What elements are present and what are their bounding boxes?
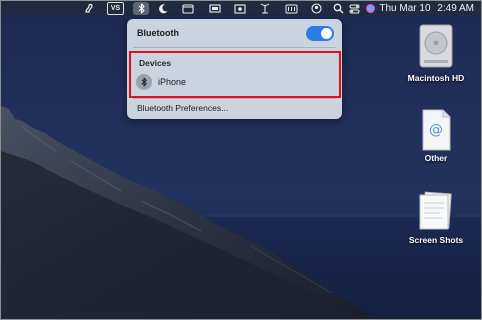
bluetooth-toggle[interactable] (306, 26, 334, 41)
desktop-icon-macintosh-hd[interactable]: Macintosh HD (400, 23, 472, 83)
control-center-icon[interactable] (347, 2, 361, 15)
device-name: iPhone (158, 77, 187, 87)
antenna-icon[interactable] (258, 2, 272, 15)
clock-date: Thu Mar 10 (379, 3, 431, 14)
screen-record-icon[interactable] (233, 2, 247, 15)
devices-section-highlight: Devices iPhone (129, 51, 341, 98)
toggle-knob (321, 28, 332, 39)
menu-bar: VS Thu Mar 10 2:49 AM (1, 1, 481, 16)
divider (133, 47, 336, 48)
display-icon[interactable] (208, 2, 222, 15)
bluetooth-icon[interactable] (133, 2, 149, 15)
script-editor-icon[interactable] (82, 2, 96, 15)
screen-frame: VS Thu Mar 10 2:49 AM Bluetooth Devices … (0, 0, 482, 320)
vs-icon-label: VS (110, 5, 121, 12)
menu-bar-clock[interactable]: Thu Mar 10 2:49 AM (375, 2, 474, 15)
desktop-icon-other[interactable]: @ Other (400, 109, 472, 163)
bluetooth-preferences-item[interactable]: Bluetooth Preferences... (137, 103, 228, 113)
bluetooth-icon (136, 74, 152, 90)
divider (133, 98, 336, 99)
search-icon[interactable] (331, 2, 345, 15)
desktop-icon-screen-shots[interactable]: Screen Shots (400, 191, 472, 245)
devices-heading: Devices (139, 58, 172, 68)
device-item-iphone[interactable]: iPhone (136, 73, 256, 91)
svg-text:@: @ (429, 122, 443, 138)
window-icon[interactable] (181, 2, 195, 15)
bluetooth-menu-title: Bluetooth (137, 28, 179, 38)
desktop-icon-label: Other (424, 153, 448, 163)
desktop-icon-label: Macintosh HD (407, 73, 465, 83)
document-at-icon: @ (422, 109, 451, 151)
desktop-icon-label: Screen Shots (408, 235, 464, 245)
hard-drive-icon (419, 24, 453, 68)
bluetooth-menu: Bluetooth Devices iPhone Bluetooth Prefe… (127, 19, 342, 119)
clock-time: 2:49 AM (437, 3, 474, 14)
vs-icon[interactable]: VS (107, 2, 124, 15)
user-circle-icon[interactable] (309, 2, 323, 15)
folder-stack-icon (419, 191, 452, 230)
night-shift-moon-icon[interactable] (156, 2, 170, 15)
wifi-icon[interactable] (283, 2, 299, 15)
